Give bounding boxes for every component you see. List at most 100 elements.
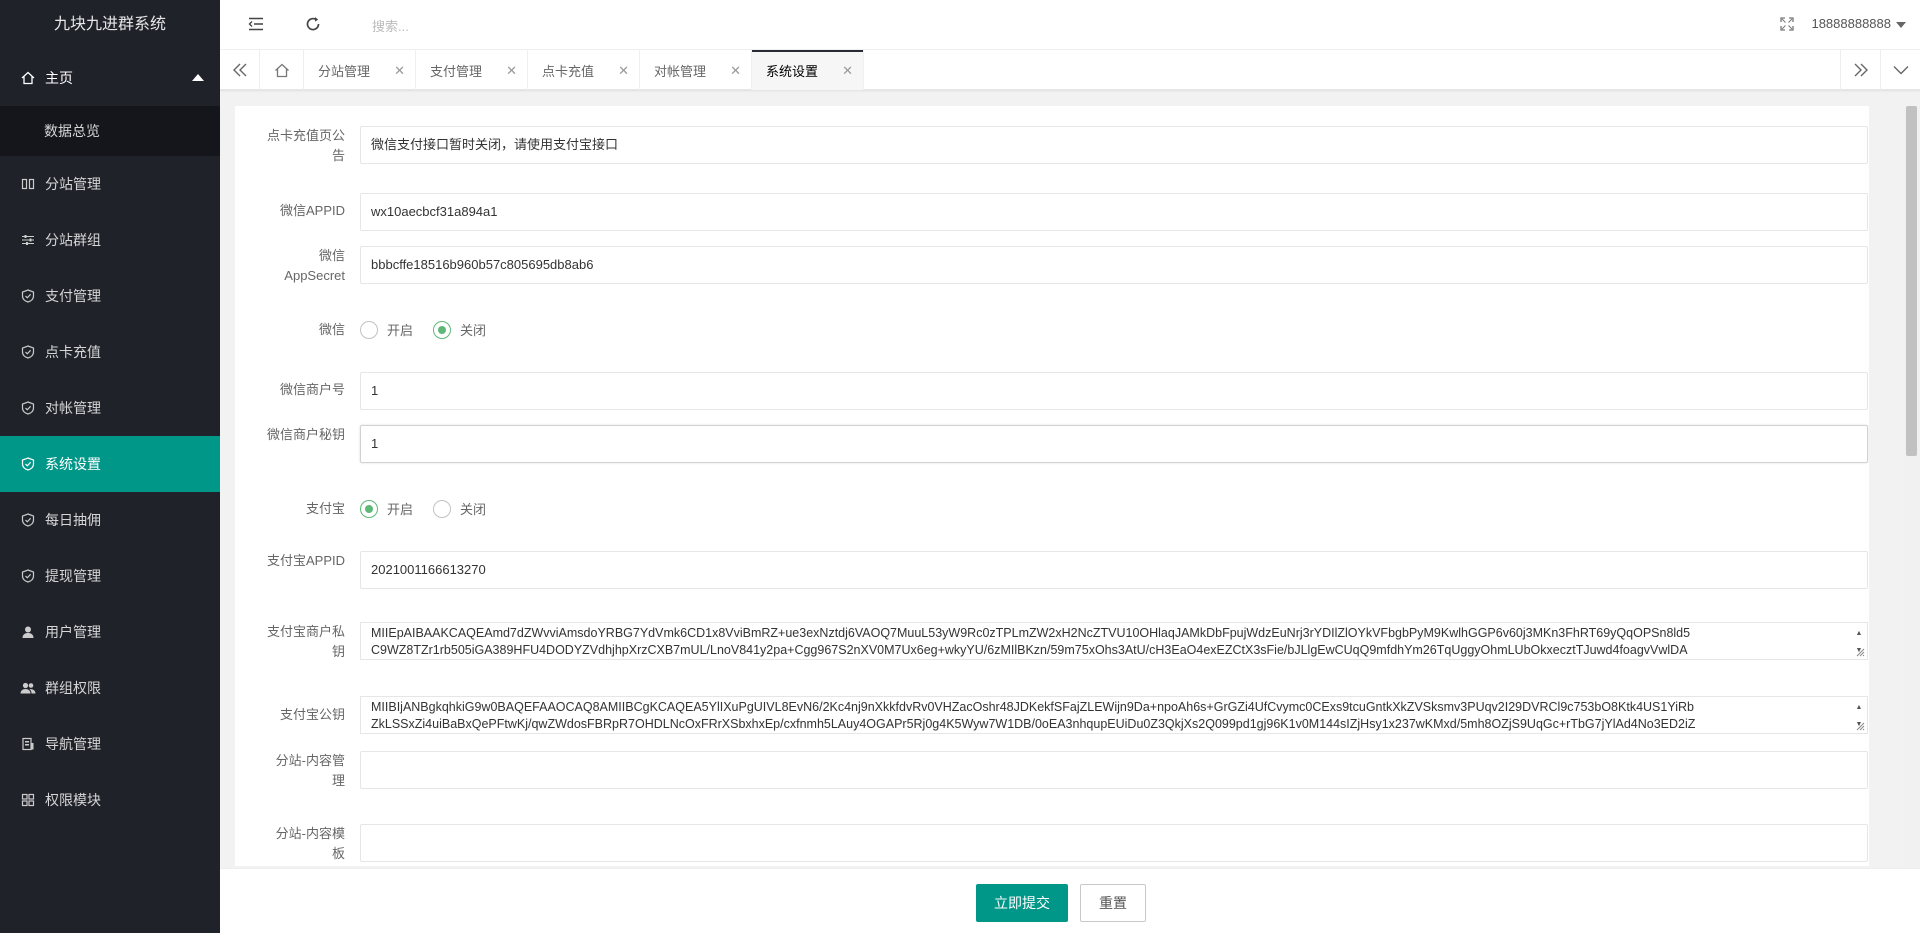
sidebar-item-card-recharge[interactable]: 点卡充值 xyxy=(0,324,220,380)
tab-label: 支付管理 xyxy=(430,63,483,79)
wx-appid-input[interactable]: wx10aecbcf31a894a1 xyxy=(360,193,1868,231)
notice-input[interactable]: 微信支付接口暂时关闭，请使用支付宝接口 xyxy=(360,126,1868,164)
form-label: 分站-内容管理 xyxy=(275,753,345,788)
sub-content-manage-input[interactable] xyxy=(360,751,1868,789)
tab-substation[interactable]: 分站管理 ✕ xyxy=(304,50,416,90)
sliders-icon xyxy=(20,232,36,248)
close-icon[interactable]: ✕ xyxy=(506,63,517,79)
tab-reconciliation[interactable]: 对帐管理 ✕ xyxy=(640,50,752,90)
resize-grip-icon[interactable] xyxy=(1855,647,1865,657)
submit-button[interactable]: 立即提交 xyxy=(976,884,1068,922)
textarea-scroll-arrows-icon[interactable]: ▲ ▼ xyxy=(1853,699,1865,728)
tab-label: 分站管理 xyxy=(318,63,371,79)
wx-switch-off-radio[interactable]: 关闭 xyxy=(433,320,486,339)
shield-check-icon xyxy=(20,512,36,528)
columns-icon xyxy=(20,176,36,192)
search-input[interactable]: 搜索... xyxy=(372,16,409,35)
tab-home[interactable] xyxy=(260,50,304,90)
tab-label: 点卡充值 xyxy=(542,63,595,79)
grid-icon xyxy=(20,792,36,808)
textarea-line: MIIEpAIBAAKCAQEAmd7dZWvviAmsdoYRBG7YdVmk… xyxy=(371,626,1691,640)
wx-switch-radio-group: 开启 关闭 xyxy=(360,320,506,339)
ali-switch-off-radio[interactable]: 关闭 xyxy=(433,499,486,518)
wx-mchid-input[interactable]: 1 xyxy=(360,372,1868,410)
tab-label: 系统设置 xyxy=(766,63,819,79)
user-menu[interactable]: 18888888888 xyxy=(1811,16,1906,31)
shield-check-icon xyxy=(20,456,36,472)
textarea-line: ZkLSSxZi4uiBaBxQePFtwKj/qwZWdosFBRpR7OHD… xyxy=(371,717,1696,731)
sidebar: 九块九进群系统 主页 数据总览 分站管理 分站群组 支付管理 点卡充值 对帐管理… xyxy=(0,0,220,933)
textarea-line: C9WZ8TZr1rb505iGA389HFU4DODYZVdhjhpXrzCX… xyxy=(371,643,1688,657)
tab-label: 对帐管理 xyxy=(654,63,707,79)
page-scrollbar[interactable] xyxy=(1903,106,1920,933)
shield-check-icon xyxy=(20,568,36,584)
app-logo-title: 九块九进群系统 xyxy=(53,16,166,33)
chevron-down-icon xyxy=(1896,21,1906,28)
sidebar-item-label: 主页 xyxy=(45,70,73,86)
ali-public-key-textarea[interactable]: MIIBIjANBgkqhkiG9w0BAQEFAAOCAQ8AMIIBCgKC… xyxy=(360,696,1868,734)
reset-button[interactable]: 重置 xyxy=(1080,884,1146,922)
textarea-line: MIIBIjANBgkqhkiG9w0BAQEFAAOCAQ8AMIIBCgKC… xyxy=(371,700,1694,714)
sidebar-item-home[interactable]: 主页 xyxy=(0,50,220,106)
sidebar-item-substation-group[interactable]: 分站群组 xyxy=(0,212,220,268)
collapse-menu-icon[interactable] xyxy=(246,14,266,34)
sub-content-template-input[interactable] xyxy=(360,824,1868,862)
tab-system-settings[interactable]: 系统设置 ✕ xyxy=(752,50,864,90)
sidebar-item-label: 对帐管理 xyxy=(45,400,101,416)
sidebar-item-payment[interactable]: 支付管理 xyxy=(0,268,220,324)
sidebar-item-label: 支付管理 xyxy=(45,288,101,304)
close-icon[interactable]: ✕ xyxy=(730,63,741,79)
sidebar-item-system-settings[interactable]: 系统设置 xyxy=(0,436,220,492)
top-header: 搜索... 18888888888 xyxy=(220,0,1920,50)
radio-circle xyxy=(360,320,378,339)
sidebar-item-label: 数据总览 xyxy=(44,123,100,139)
server-icon xyxy=(20,736,36,752)
sidebar-subitem-data-overview[interactable]: 数据总览 xyxy=(0,106,220,156)
refresh-icon[interactable] xyxy=(303,14,323,34)
fullscreen-icon[interactable] xyxy=(1780,17,1794,34)
sidebar-item-navigation[interactable]: 导航管理 xyxy=(0,716,220,772)
tab-card-recharge[interactable]: 点卡充值 ✕ xyxy=(528,50,640,90)
sidebar-item-label: 用户管理 xyxy=(45,624,101,640)
wx-mchkey-input[interactable]: 1 xyxy=(360,425,1868,463)
form-label: 微信AppSecret xyxy=(284,248,345,283)
wx-switch-on-radio[interactable]: 开启 xyxy=(360,320,413,339)
home-icon xyxy=(274,63,289,77)
sidebar-item-label: 系统设置 xyxy=(45,456,101,472)
radio-circle xyxy=(433,499,452,518)
resize-grip-icon[interactable] xyxy=(1855,721,1865,731)
form-label: 点卡充值页公告 xyxy=(266,128,345,163)
tabs-scroll-right-icon[interactable] xyxy=(1840,50,1880,90)
tab-payment[interactable]: 支付管理 ✕ xyxy=(416,50,528,90)
sidebar-item-substation[interactable]: 分站管理 xyxy=(0,156,220,212)
sidebar-item-reconciliation[interactable]: 对帐管理 xyxy=(0,380,220,436)
close-icon[interactable]: ✕ xyxy=(618,63,629,79)
tabs-menu-chevron-down-icon[interactable] xyxy=(1880,50,1920,90)
form-label: 微信商户号 xyxy=(279,382,345,397)
ali-private-key-textarea[interactable]: MIIEpAIBAAKCAQEAmd7dZWvviAmsdoYRBG7YdVmk… xyxy=(360,622,1868,660)
radio-label: 关闭 xyxy=(460,502,487,517)
wx-appsecret-input[interactable]: bbbcffe18516b960b57c805695db8ab6 xyxy=(360,246,1868,284)
ali-appid-input[interactable]: 2021001166613270 xyxy=(360,551,1868,589)
shield-check-icon xyxy=(20,400,36,416)
sidebar-item-users[interactable]: 用户管理 xyxy=(0,604,220,660)
sidebar-item-label: 点卡充值 xyxy=(45,344,101,360)
home-icon xyxy=(20,70,36,86)
tabs-scroll-left-icon[interactable] xyxy=(220,50,260,90)
sidebar-item-label: 群组权限 xyxy=(45,680,101,696)
close-icon[interactable]: ✕ xyxy=(394,63,405,79)
sidebar-item-daily-commission[interactable]: 每日抽佣 xyxy=(0,492,220,548)
sidebar-item-label: 分站群组 xyxy=(45,232,101,248)
form-label: 微信 xyxy=(318,322,345,337)
radio-circle xyxy=(360,499,378,518)
ali-switch-on-radio[interactable]: 开启 xyxy=(360,499,413,518)
sidebar-item-permission-modules[interactable]: 权限模块 xyxy=(0,772,220,828)
scrollbar-thumb[interactable] xyxy=(1906,106,1917,456)
sidebar-item-withdrawal[interactable]: 提现管理 xyxy=(0,548,220,604)
close-icon[interactable]: ✕ xyxy=(842,63,853,79)
form-label: 微信APPID xyxy=(279,203,345,218)
page-tabs-bar: 分站管理 ✕ 支付管理 ✕ 点卡充值 ✕ 对帐管理 ✕ 系统设置 ✕ xyxy=(220,50,1920,90)
textarea-scroll-arrows-icon[interactable]: ▲ ▼ xyxy=(1853,625,1865,654)
form-label: 分站-内容模板 xyxy=(275,826,345,861)
sidebar-item-group-permissions[interactable]: 群组权限 xyxy=(0,660,220,716)
